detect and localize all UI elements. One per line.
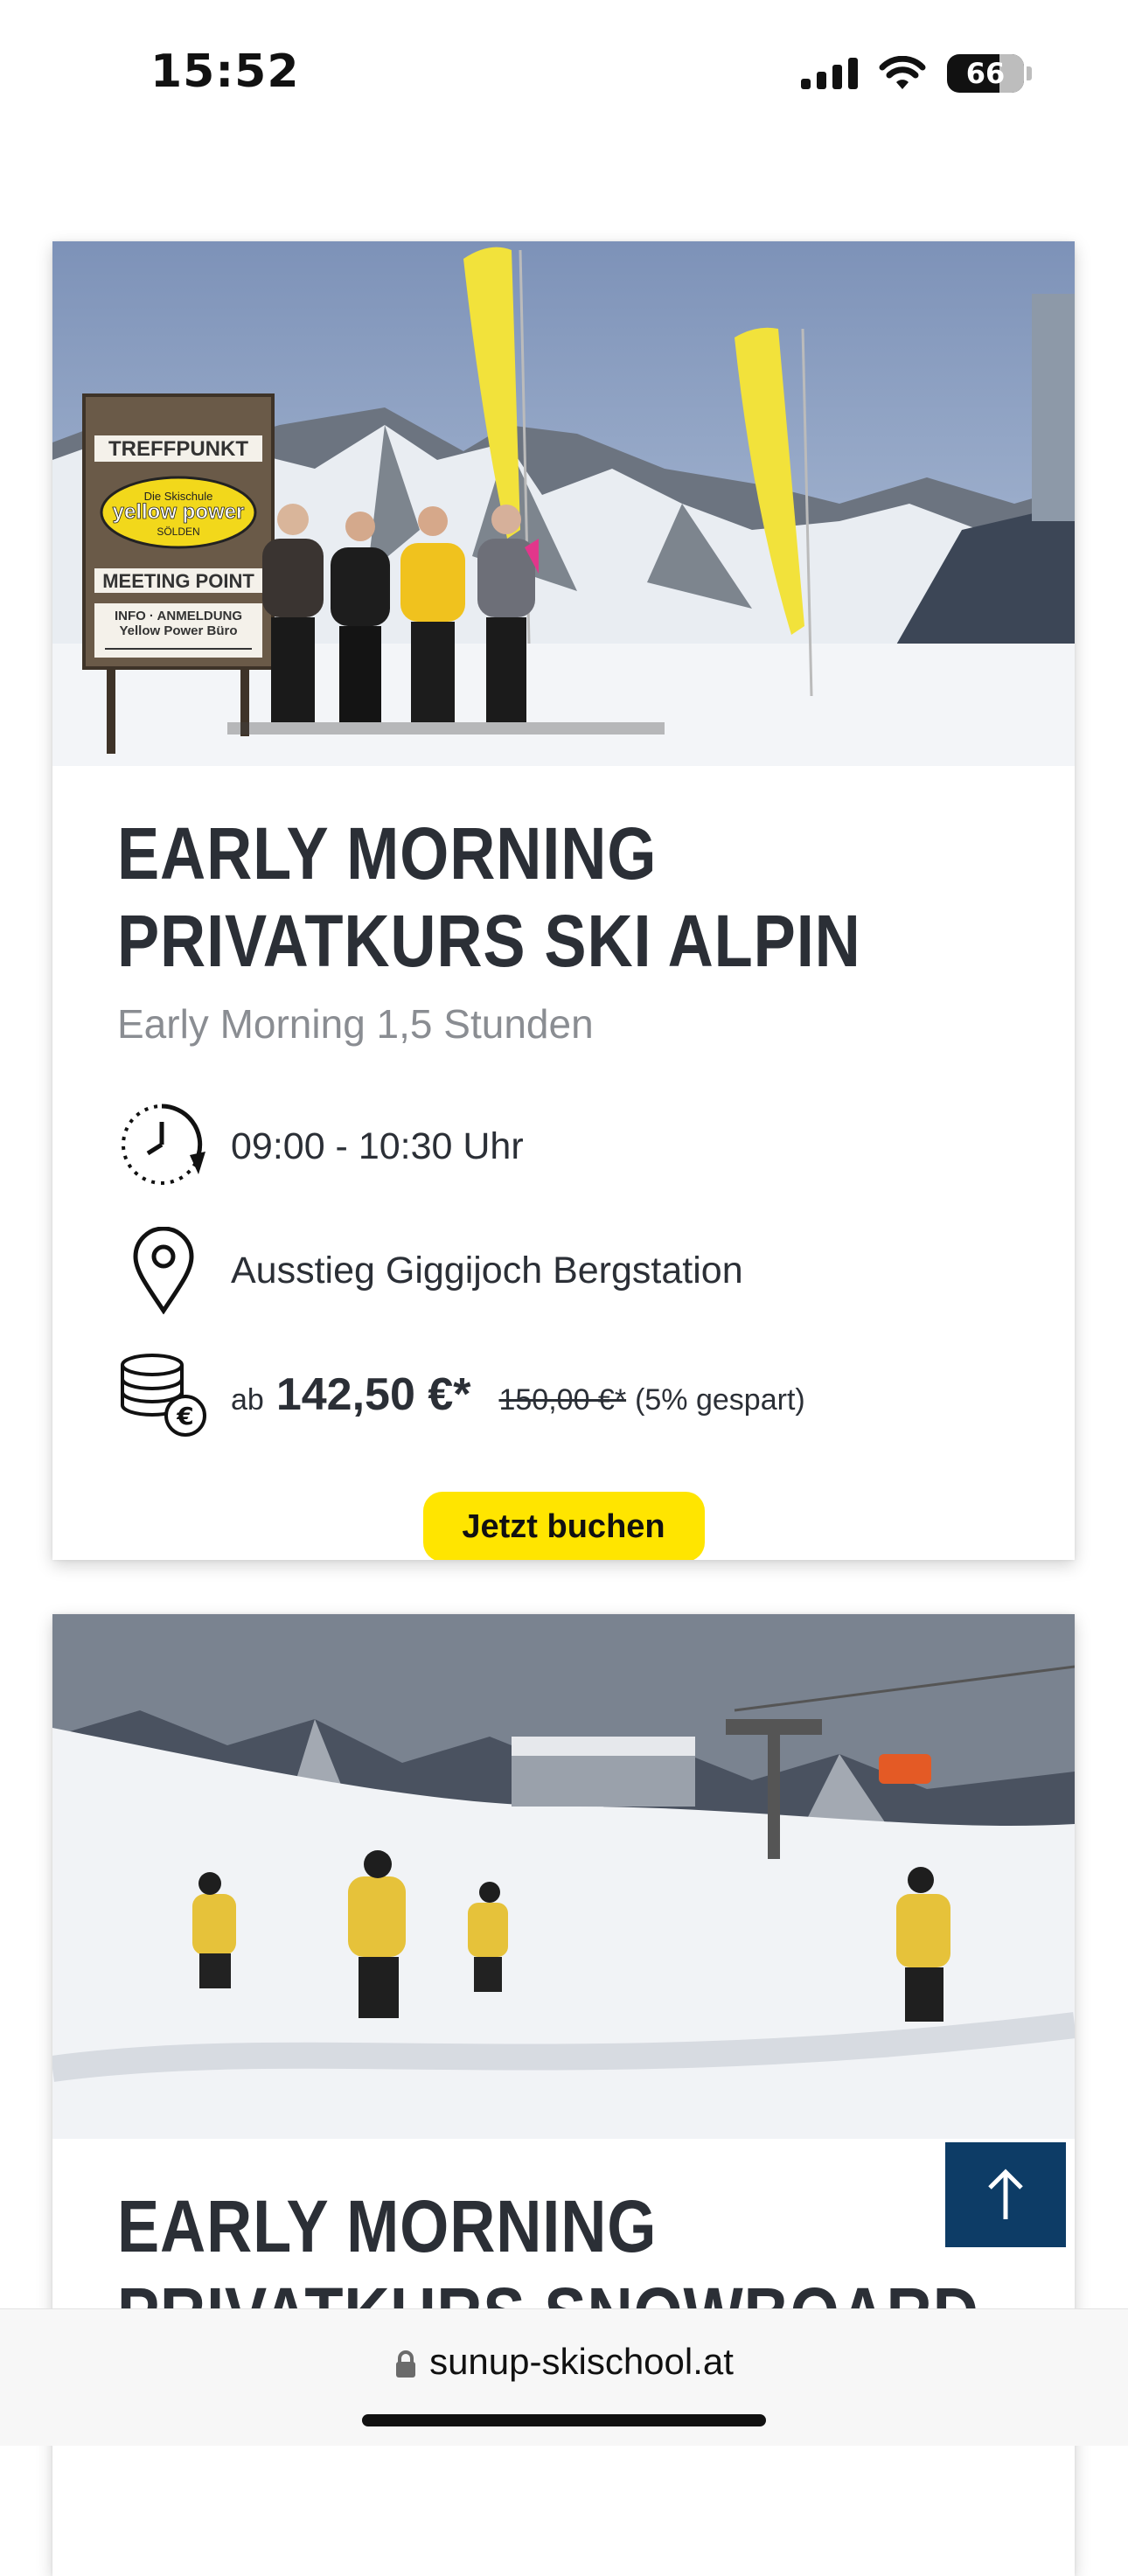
svg-text:INFO · ANMELDUNG: INFO · ANMELDUNG <box>115 609 242 623</box>
arrow-up-icon <box>988 2169 1023 2219</box>
browser-address-bar[interactable]: sunup-skischool.at <box>0 2308 1128 2446</box>
home-indicator <box>362 2414 766 2426</box>
course-image: TREFFPUNKT Die Skischule yellow power SÖ… <box>52 241 1075 766</box>
price: 142,50 €* <box>275 1369 471 1420</box>
course-image <box>52 1614 1075 2139</box>
svg-text:MEETING POINT: MEETING POINT <box>102 570 254 592</box>
course-details: EARLY MORNING PRIVATKURS SKI ALPIN Early… <box>52 766 1075 1560</box>
cellular-signal-icon <box>801 58 858 89</box>
course-time: 09:00 - 10:30 Uhr <box>231 1124 524 1167</box>
wifi-icon <box>879 56 926 89</box>
address-display[interactable]: sunup-skischool.at <box>0 2341 1128 2383</box>
course-subtitle: Early Morning 1,5 Stunden <box>117 1001 594 1047</box>
clock-icon <box>117 1100 210 1193</box>
sign-treffpunkt: TREFFPUNKT <box>108 437 248 461</box>
book-now-button[interactable]: Jetzt buchen <box>422 1492 705 1560</box>
course-time-row: 09:00 - 10:30 Uhr <box>117 1100 1010 1193</box>
url-text: sunup-skischool.at <box>429 2341 734 2382</box>
svg-text:Yellow Power Büro: Yellow Power Büro <box>119 623 237 638</box>
snowboard-group-photo <box>52 1614 1075 2139</box>
saving-label: (5% gespart) <box>635 1383 805 1417</box>
svg-text:€: € <box>176 1402 193 1431</box>
course-location-row: Ausstieg Giggijoch Bergstation <box>117 1224 1010 1317</box>
back-to-top-button[interactable] <box>945 2142 1066 2247</box>
svg-text:yellow power: yellow power <box>113 500 245 524</box>
coins-euro-icon: € <box>117 1348 210 1441</box>
price-prefix: ab <box>231 1383 264 1417</box>
course-card[interactable]: TREFFPUNKT Die Skischule yellow power SÖ… <box>52 241 1075 1560</box>
course-title: EARLY MORNING PRIVATKURS SKI ALPIN <box>117 812 861 982</box>
svg-text:SÖLDEN: SÖLDEN <box>157 526 199 538</box>
lock-icon <box>396 2350 416 2378</box>
course-location: Ausstieg Giggijoch Bergstation <box>231 1249 743 1291</box>
battery-level: 66 <box>965 57 1006 90</box>
course-price-row: € ab 142,50 €* 150,00 €* (5% gespart) <box>117 1348 1010 1441</box>
status-icons: 66 <box>801 54 1032 93</box>
status-bar: 15:52 66 <box>0 0 1128 153</box>
old-price: 150,00 €* <box>498 1383 627 1417</box>
battery-icon: 66 <box>947 54 1024 93</box>
ski-group-photo: TREFFPUNKT Die Skischule yellow power SÖ… <box>52 241 1075 766</box>
location-pin-icon <box>117 1224 210 1317</box>
status-time: 15:52 <box>150 45 300 98</box>
